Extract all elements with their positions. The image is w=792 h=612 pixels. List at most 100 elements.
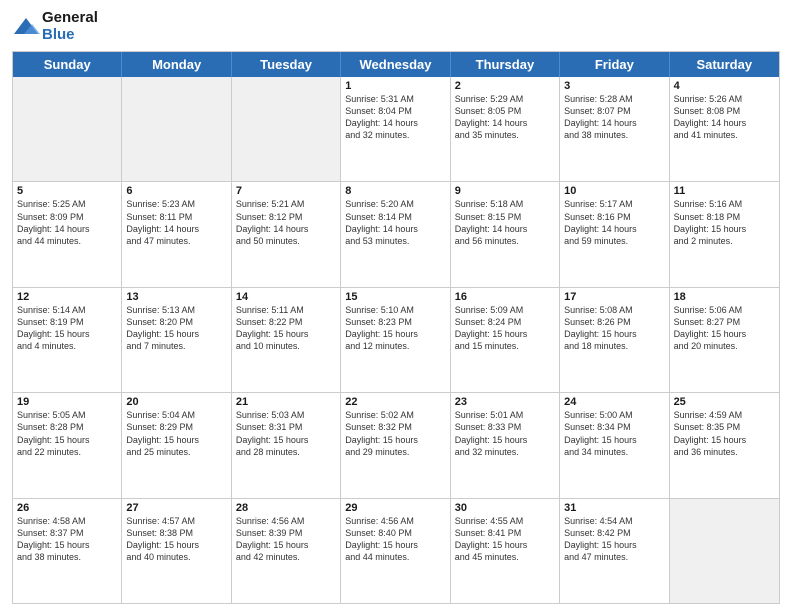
day-number: 2 bbox=[455, 80, 555, 92]
day-info: Sunrise: 5:29 AM Sunset: 8:05 PM Dayligh… bbox=[455, 93, 555, 142]
day-number: 28 bbox=[236, 502, 336, 514]
day-info: Sunrise: 5:13 AM Sunset: 8:20 PM Dayligh… bbox=[126, 304, 226, 353]
day-number: 14 bbox=[236, 291, 336, 303]
day-number: 29 bbox=[345, 502, 445, 514]
calendar-row-0: 1Sunrise: 5:31 AM Sunset: 8:04 PM Daylig… bbox=[13, 77, 779, 182]
day-number: 16 bbox=[455, 291, 555, 303]
empty-cell-0-2 bbox=[232, 77, 341, 181]
day-number: 17 bbox=[564, 291, 664, 303]
day-number: 30 bbox=[455, 502, 555, 514]
day-info: Sunrise: 5:09 AM Sunset: 8:24 PM Dayligh… bbox=[455, 304, 555, 353]
day-number: 20 bbox=[126, 396, 226, 408]
day-info: Sunrise: 4:56 AM Sunset: 8:40 PM Dayligh… bbox=[345, 515, 445, 564]
day-number: 31 bbox=[564, 502, 664, 514]
day-cell-13: 13Sunrise: 5:13 AM Sunset: 8:20 PM Dayli… bbox=[122, 288, 231, 392]
day-cell-14: 14Sunrise: 5:11 AM Sunset: 8:22 PM Dayli… bbox=[232, 288, 341, 392]
day-cell-9: 9Sunrise: 5:18 AM Sunset: 8:15 PM Daylig… bbox=[451, 182, 560, 286]
day-cell-30: 30Sunrise: 4:55 AM Sunset: 8:41 PM Dayli… bbox=[451, 499, 560, 603]
day-info: Sunrise: 4:55 AM Sunset: 8:41 PM Dayligh… bbox=[455, 515, 555, 564]
logo-line2: Blue bbox=[42, 27, 98, 44]
day-info: Sunrise: 5:31 AM Sunset: 8:04 PM Dayligh… bbox=[345, 93, 445, 142]
day-info: Sunrise: 5:10 AM Sunset: 8:23 PM Dayligh… bbox=[345, 304, 445, 353]
day-number: 12 bbox=[17, 291, 117, 303]
day-cell-23: 23Sunrise: 5:01 AM Sunset: 8:33 PM Dayli… bbox=[451, 393, 560, 497]
day-cell-17: 17Sunrise: 5:08 AM Sunset: 8:26 PM Dayli… bbox=[560, 288, 669, 392]
day-info: Sunrise: 5:14 AM Sunset: 8:19 PM Dayligh… bbox=[17, 304, 117, 353]
empty-cell-0-1 bbox=[122, 77, 231, 181]
day-cell-15: 15Sunrise: 5:10 AM Sunset: 8:23 PM Dayli… bbox=[341, 288, 450, 392]
day-cell-11: 11Sunrise: 5:16 AM Sunset: 8:18 PM Dayli… bbox=[670, 182, 779, 286]
day-number: 22 bbox=[345, 396, 445, 408]
day-info: Sunrise: 5:04 AM Sunset: 8:29 PM Dayligh… bbox=[126, 409, 226, 458]
header: General Blue bbox=[12, 10, 780, 43]
calendar-row-2: 12Sunrise: 5:14 AM Sunset: 8:19 PM Dayli… bbox=[13, 288, 779, 393]
day-info: Sunrise: 4:59 AM Sunset: 8:35 PM Dayligh… bbox=[674, 409, 775, 458]
day-cell-19: 19Sunrise: 5:05 AM Sunset: 8:28 PM Dayli… bbox=[13, 393, 122, 497]
day-number: 15 bbox=[345, 291, 445, 303]
day-number: 19 bbox=[17, 396, 117, 408]
weekday-header-wednesday: Wednesday bbox=[341, 52, 450, 77]
day-info: Sunrise: 4:57 AM Sunset: 8:38 PM Dayligh… bbox=[126, 515, 226, 564]
day-number: 27 bbox=[126, 502, 226, 514]
weekday-header-saturday: Saturday bbox=[670, 52, 779, 77]
day-cell-1: 1Sunrise: 5:31 AM Sunset: 8:04 PM Daylig… bbox=[341, 77, 450, 181]
day-info: Sunrise: 5:08 AM Sunset: 8:26 PM Dayligh… bbox=[564, 304, 664, 353]
day-cell-21: 21Sunrise: 5:03 AM Sunset: 8:31 PM Dayli… bbox=[232, 393, 341, 497]
day-info: Sunrise: 5:28 AM Sunset: 8:07 PM Dayligh… bbox=[564, 93, 664, 142]
day-cell-10: 10Sunrise: 5:17 AM Sunset: 8:16 PM Dayli… bbox=[560, 182, 669, 286]
calendar-row-3: 19Sunrise: 5:05 AM Sunset: 8:28 PM Dayli… bbox=[13, 393, 779, 498]
day-info: Sunrise: 5:02 AM Sunset: 8:32 PM Dayligh… bbox=[345, 409, 445, 458]
day-cell-20: 20Sunrise: 5:04 AM Sunset: 8:29 PM Dayli… bbox=[122, 393, 231, 497]
day-info: Sunrise: 5:20 AM Sunset: 8:14 PM Dayligh… bbox=[345, 198, 445, 247]
day-info: Sunrise: 4:58 AM Sunset: 8:37 PM Dayligh… bbox=[17, 515, 117, 564]
empty-cell-4-6 bbox=[670, 499, 779, 603]
day-cell-5: 5Sunrise: 5:25 AM Sunset: 8:09 PM Daylig… bbox=[13, 182, 122, 286]
calendar-row-4: 26Sunrise: 4:58 AM Sunset: 8:37 PM Dayli… bbox=[13, 499, 779, 603]
day-cell-7: 7Sunrise: 5:21 AM Sunset: 8:12 PM Daylig… bbox=[232, 182, 341, 286]
logo-line1: General bbox=[42, 10, 98, 27]
day-info: Sunrise: 5:01 AM Sunset: 8:33 PM Dayligh… bbox=[455, 409, 555, 458]
day-number: 8 bbox=[345, 185, 445, 197]
day-number: 4 bbox=[674, 80, 775, 92]
day-cell-18: 18Sunrise: 5:06 AM Sunset: 8:27 PM Dayli… bbox=[670, 288, 779, 392]
day-number: 10 bbox=[564, 185, 664, 197]
day-cell-31: 31Sunrise: 4:54 AM Sunset: 8:42 PM Dayli… bbox=[560, 499, 669, 603]
day-info: Sunrise: 5:25 AM Sunset: 8:09 PM Dayligh… bbox=[17, 198, 117, 247]
day-number: 9 bbox=[455, 185, 555, 197]
day-number: 24 bbox=[564, 396, 664, 408]
day-cell-8: 8Sunrise: 5:20 AM Sunset: 8:14 PM Daylig… bbox=[341, 182, 450, 286]
day-number: 13 bbox=[126, 291, 226, 303]
day-info: Sunrise: 5:00 AM Sunset: 8:34 PM Dayligh… bbox=[564, 409, 664, 458]
day-number: 5 bbox=[17, 185, 117, 197]
day-info: Sunrise: 5:23 AM Sunset: 8:11 PM Dayligh… bbox=[126, 198, 226, 247]
page: General Blue SundayMondayTuesdayWednesda… bbox=[0, 0, 792, 612]
day-cell-28: 28Sunrise: 4:56 AM Sunset: 8:39 PM Dayli… bbox=[232, 499, 341, 603]
day-cell-26: 26Sunrise: 4:58 AM Sunset: 8:37 PM Dayli… bbox=[13, 499, 122, 603]
weekday-header-friday: Friday bbox=[560, 52, 669, 77]
day-cell-2: 2Sunrise: 5:29 AM Sunset: 8:05 PM Daylig… bbox=[451, 77, 560, 181]
day-info: Sunrise: 5:06 AM Sunset: 8:27 PM Dayligh… bbox=[674, 304, 775, 353]
day-cell-3: 3Sunrise: 5:28 AM Sunset: 8:07 PM Daylig… bbox=[560, 77, 669, 181]
day-number: 21 bbox=[236, 396, 336, 408]
weekday-header-sunday: Sunday bbox=[13, 52, 122, 77]
day-cell-12: 12Sunrise: 5:14 AM Sunset: 8:19 PM Dayli… bbox=[13, 288, 122, 392]
day-cell-22: 22Sunrise: 5:02 AM Sunset: 8:32 PM Dayli… bbox=[341, 393, 450, 497]
day-info: Sunrise: 5:11 AM Sunset: 8:22 PM Dayligh… bbox=[236, 304, 336, 353]
day-cell-16: 16Sunrise: 5:09 AM Sunset: 8:24 PM Dayli… bbox=[451, 288, 560, 392]
day-info: Sunrise: 5:18 AM Sunset: 8:15 PM Dayligh… bbox=[455, 198, 555, 247]
day-cell-4: 4Sunrise: 5:26 AM Sunset: 8:08 PM Daylig… bbox=[670, 77, 779, 181]
day-cell-27: 27Sunrise: 4:57 AM Sunset: 8:38 PM Dayli… bbox=[122, 499, 231, 603]
day-info: Sunrise: 4:56 AM Sunset: 8:39 PM Dayligh… bbox=[236, 515, 336, 564]
day-cell-29: 29Sunrise: 4:56 AM Sunset: 8:40 PM Dayli… bbox=[341, 499, 450, 603]
day-cell-25: 25Sunrise: 4:59 AM Sunset: 8:35 PM Dayli… bbox=[670, 393, 779, 497]
day-number: 11 bbox=[674, 185, 775, 197]
day-number: 25 bbox=[674, 396, 775, 408]
day-number: 6 bbox=[126, 185, 226, 197]
logo: General Blue bbox=[12, 10, 98, 43]
logo-icon bbox=[12, 16, 40, 38]
day-number: 23 bbox=[455, 396, 555, 408]
weekday-header-tuesday: Tuesday bbox=[232, 52, 341, 77]
day-number: 18 bbox=[674, 291, 775, 303]
calendar: SundayMondayTuesdayWednesdayThursdayFrid… bbox=[12, 51, 780, 604]
weekday-header-monday: Monday bbox=[122, 52, 231, 77]
